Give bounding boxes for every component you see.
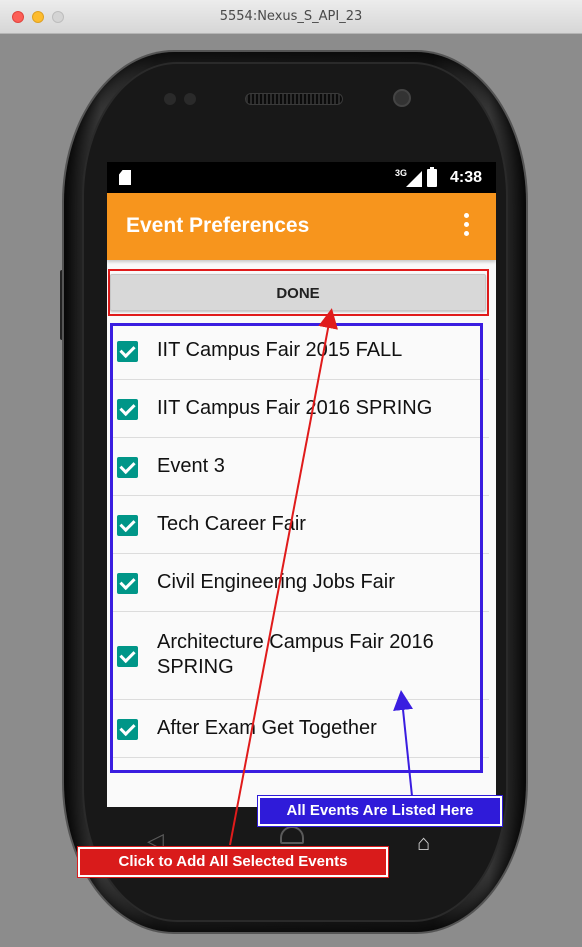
window-title: 5554:Nexus_S_API_23 (219, 9, 363, 24)
battery-icon (427, 167, 437, 187)
event-list-highlight (110, 323, 483, 773)
click-to-add-callout: Click to Add All Selected Events (77, 846, 389, 878)
window-titlebar: 5554:Nexus_S_API_23 (0, 0, 582, 34)
recents-icon[interactable]: ⌂ (417, 830, 430, 856)
earpiece-speaker (245, 93, 343, 105)
more-vert-icon[interactable] (456, 213, 476, 241)
done-button[interactable]: DONE (110, 274, 486, 311)
events-listed-callout: All Events Are Listed Here (257, 795, 503, 827)
light-sensor (184, 93, 196, 105)
device-screen: 3G 4:38 Event Preferences DONE IIT Campu… (107, 162, 496, 807)
page-title: Event Preferences (126, 214, 310, 237)
status-time: 4:38 (450, 169, 483, 186)
app-bar: Event Preferences (107, 193, 496, 260)
status-bar: 3G 4:38 (107, 162, 496, 193)
proximity-sensor (164, 93, 176, 105)
sd-card-icon (119, 170, 131, 185)
signal-icon (406, 171, 422, 187)
home-icon[interactable] (280, 826, 304, 844)
front-camera (393, 89, 411, 107)
